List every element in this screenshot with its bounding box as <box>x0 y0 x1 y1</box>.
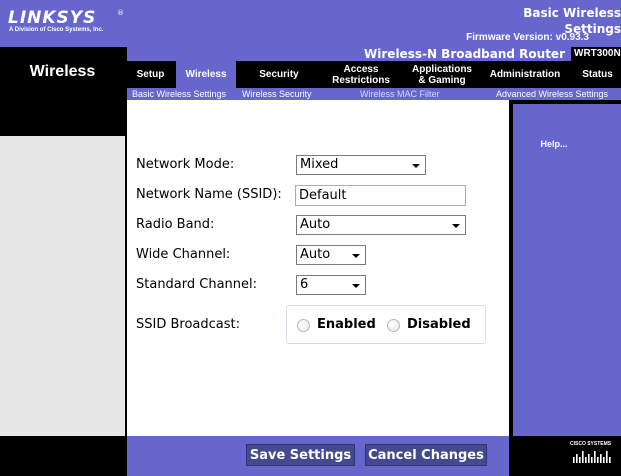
product-name: Wireless-N Broadband Router <box>364 47 565 61</box>
radio-band-label: Radio Band: <box>136 217 215 232</box>
subtab-wireless-mac-filter[interactable]: Wireless MAC Filter <box>360 88 440 100</box>
subnav-bar: Basic Wireless Settings Wireless Securit… <box>127 88 621 100</box>
ssid-broadcast-enabled-radio[interactable] <box>297 319 310 332</box>
chevron-down-icon <box>352 284 360 288</box>
radio-band-value: Auto <box>300 217 331 232</box>
tab-status[interactable]: Status <box>574 61 621 88</box>
ssid-broadcast-label: SSID Broadcast: <box>136 317 240 332</box>
cisco-logo-text: CISCO SYSTEMS <box>570 441 612 447</box>
network-mode-label: Network Mode: <box>136 157 235 172</box>
wide-channel-select[interactable]: Auto <box>296 245 366 265</box>
linksys-logo: LINKSYS <box>8 8 97 28</box>
section-title: Wireless <box>29 63 96 80</box>
subtab-wireless-security[interactable]: Wireless Security <box>242 88 312 100</box>
chevron-down-icon <box>452 224 460 228</box>
ssid-broadcast-enabled-label[interactable]: Enabled <box>317 317 376 332</box>
left-sidebar <box>0 100 125 436</box>
ssid-input[interactable]: Default <box>295 185 466 206</box>
radio-band-select[interactable]: Auto <box>296 215 466 235</box>
left-heading-bar <box>0 100 125 136</box>
tab-access-restrictions[interactable]: Access Restrictions <box>322 61 400 88</box>
subtab-basic-wireless-settings[interactable]: Basic Wireless Settings <box>132 88 226 100</box>
cancel-changes-button[interactable]: Cancel Changes <box>365 444 487 466</box>
ssid-label: Network Name (SSID): <box>136 187 282 202</box>
product-bar: Wireless-N Broadband Router WRT300N <box>127 47 621 61</box>
tab-setup[interactable]: Setup <box>127 61 174 88</box>
left-heading: Basic Wireless Settings <box>523 6 621 36</box>
wide-channel-value: Auto <box>300 247 331 262</box>
tab-administration[interactable]: Administration <box>484 61 566 88</box>
subtab-advanced-wireless-settings[interactable]: Advanced Wireless Settings <box>496 88 608 100</box>
main-panel <box>127 104 509 436</box>
help-link[interactable]: Help... <box>513 139 595 149</box>
wide-channel-label: Wide Channel: <box>136 247 231 262</box>
model-number: WRT300N <box>571 47 621 61</box>
chevron-down-icon <box>412 164 420 168</box>
tab-access-restrictions-label: Access Restrictions <box>332 63 390 86</box>
logo-subtitle: A Division of Cisco Systems, Inc. <box>9 27 104 33</box>
chevron-down-icon <box>352 254 360 258</box>
ssid-broadcast-disabled-label[interactable]: Disabled <box>407 317 471 332</box>
ssid-broadcast-disabled-radio[interactable] <box>387 319 400 332</box>
tab-security[interactable]: Security <box>242 61 316 88</box>
cisco-logo-icon <box>573 451 611 463</box>
logo-registered-mark: ® <box>117 9 124 17</box>
help-sidebar <box>513 104 621 436</box>
standard-channel-label: Standard Channel: <box>136 277 258 292</box>
tab-applications-gaming[interactable]: Applications & Gaming <box>404 61 480 88</box>
standard-channel-value: 6 <box>300 277 309 292</box>
tab-wireless[interactable]: Wireless <box>176 61 236 88</box>
save-settings-button[interactable]: Save Settings <box>246 444 355 466</box>
footer-left <box>0 436 125 476</box>
standard-channel-select[interactable]: 6 <box>296 275 366 295</box>
tab-applications-gaming-label: Applications & Gaming <box>411 63 472 86</box>
network-mode-select[interactable]: Mixed <box>296 155 426 175</box>
network-mode-value: Mixed <box>300 157 339 172</box>
